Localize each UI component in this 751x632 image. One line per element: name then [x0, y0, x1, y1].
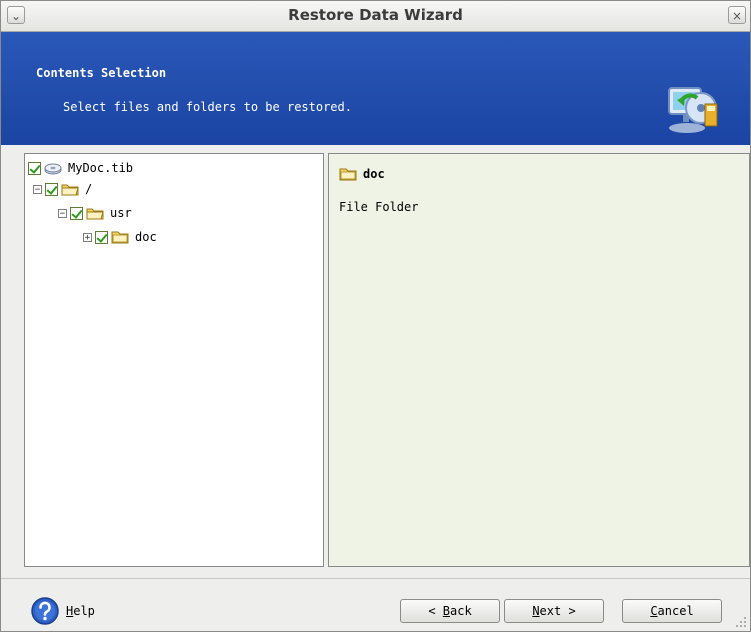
tree-item-checkbox[interactable] — [95, 230, 108, 244]
details-type: File Folder — [339, 200, 419, 214]
folder-icon — [111, 231, 129, 244]
title-bar[interactable]: ⌄ Restore Data Wizard × — [1, 1, 750, 32]
cancel-button[interactable]: Cancel — [622, 599, 722, 623]
restore-data-wizard-window: ⌄ Restore Data Wizard × Contents Selecti… — [0, 0, 751, 632]
step-title: Contents Selection — [36, 66, 167, 80]
wizard-header-banner: Contents Selection Select files and fold… — [1, 32, 750, 145]
tree-item-label: doc — [135, 230, 157, 244]
close-button[interactable]: × — [728, 6, 746, 24]
tree-item-mydoc-tib[interactable]: MyDoc.tib — [28, 158, 133, 178]
folder-icon — [339, 168, 357, 181]
tree-item-label: usr — [110, 206, 132, 220]
folder-open-icon — [61, 184, 79, 196]
window-title: Restore Data Wizard — [288, 6, 463, 24]
footer-divider — [1, 578, 750, 579]
collapse-icon[interactable]: − — [58, 208, 67, 218]
next-button[interactable]: Next > — [504, 599, 604, 623]
tree-item-label: / — [85, 182, 93, 196]
archive-icon — [44, 163, 62, 175]
tree-item-label: MyDoc.tib — [68, 161, 134, 175]
file-tree-panel[interactable]: MyDoc.tib − / − usr + doc — [24, 153, 324, 567]
tree-item-checkbox[interactable] — [70, 206, 83, 220]
tree-item-usr[interactable]: − usr — [58, 203, 132, 223]
tree-item-checkbox[interactable] — [28, 161, 41, 175]
tree-item-root[interactable]: − / — [33, 179, 92, 199]
resize-grip-icon[interactable] — [735, 616, 747, 628]
collapse-icon[interactable]: − — [33, 184, 42, 194]
expand-icon[interactable]: + — [83, 232, 92, 242]
restore-wizard-icon — [668, 87, 718, 133]
details-name: doc — [363, 167, 385, 181]
help-button[interactable]: Help — [30, 596, 95, 626]
tree-item-doc[interactable]: + doc — [83, 227, 157, 247]
tree-item-checkbox[interactable] — [45, 182, 58, 196]
close-icon: × — [731, 9, 743, 23]
help-icon — [31, 597, 59, 625]
details-header: doc — [339, 167, 385, 181]
help-label: Help — [66, 604, 95, 618]
step-description: Select files and folders to be restored. — [63, 100, 352, 114]
folder-open-icon — [86, 208, 104, 220]
details-panel: doc File Folder — [328, 153, 750, 567]
back-button[interactable]: < Back — [400, 599, 500, 623]
